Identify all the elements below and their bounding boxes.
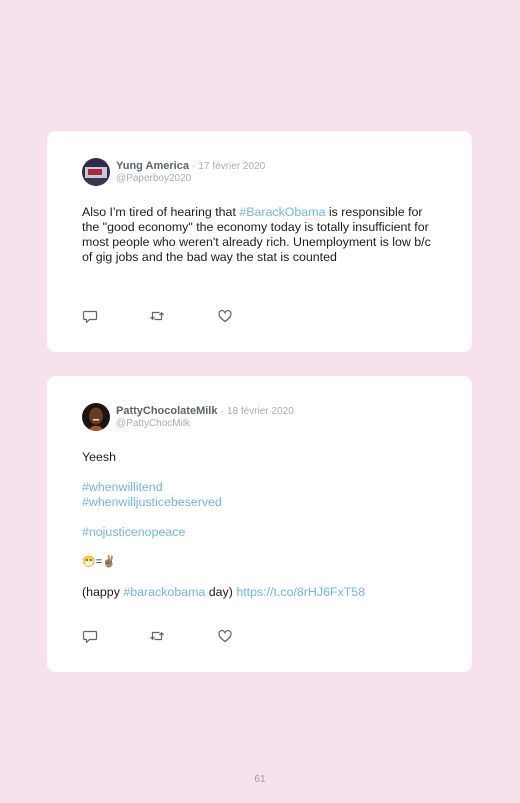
tweet-text: Also I'm tired of hearing that #BarackOb… (82, 205, 436, 265)
like-button[interactable] (217, 628, 233, 644)
tweet-date[interactable]: 18 février 2020 (227, 406, 294, 417)
reply-icon (82, 630, 98, 644)
reply-icon (82, 310, 98, 324)
tweet-line: Yeesh (82, 450, 116, 464)
url-link[interactable]: https://t.co/8rHJ6FxT58 (236, 585, 365, 599)
hashtag-link[interactable]: #BarackObama (239, 205, 325, 219)
heart-icon (218, 309, 232, 323)
tweet-date[interactable]: 17 février 2020 (198, 161, 265, 172)
tweet-actions (82, 308, 242, 324)
meta-separator: · (220, 406, 224, 417)
author-name[interactable]: Yung America (116, 160, 189, 172)
tweet-card: PattyChocolateMilk · 18 février 2020 @Pa… (47, 376, 472, 672)
avatar[interactable] (82, 158, 110, 186)
author-handle[interactable]: @Paperboy2020 (116, 173, 191, 185)
emoji-line: 😷=✌🏽 (82, 556, 116, 568)
hashtag-link[interactable]: #whenwilljusticebeserved (82, 495, 222, 509)
avatar[interactable] (82, 403, 110, 431)
reply-button[interactable] (82, 308, 98, 324)
author-name[interactable]: PattyChocolateMilk (116, 405, 217, 417)
tweet-text: Yeesh #whenwillitend #whenwilljusticebes… (82, 450, 436, 600)
tweet-card: Yung America · 17 février 2020 @Paperboy… (47, 131, 472, 352)
tweet-text-segment: (happy (82, 585, 124, 599)
hashtag-link[interactable]: #nojusticenopeace (82, 525, 185, 539)
hashtag-link[interactable]: #barackobama (123, 585, 205, 599)
author-handle[interactable]: @PattyChocMilk (116, 418, 190, 430)
retweet-icon (150, 631, 164, 641)
tweet-actions (82, 628, 242, 644)
like-button[interactable] (217, 308, 233, 324)
tweet-text-segment: Also I'm tired of hearing that (82, 205, 240, 219)
tweet-text-segment: day) (205, 585, 237, 599)
reply-button[interactable] (82, 628, 98, 644)
page-number: 61 (254, 774, 266, 785)
meta-separator: · (192, 161, 196, 172)
retweet-button[interactable] (149, 308, 165, 324)
heart-icon (218, 629, 232, 643)
retweet-icon (150, 311, 164, 321)
hashtag-link[interactable]: #whenwillitend (82, 480, 163, 494)
retweet-button[interactable] (149, 628, 165, 644)
